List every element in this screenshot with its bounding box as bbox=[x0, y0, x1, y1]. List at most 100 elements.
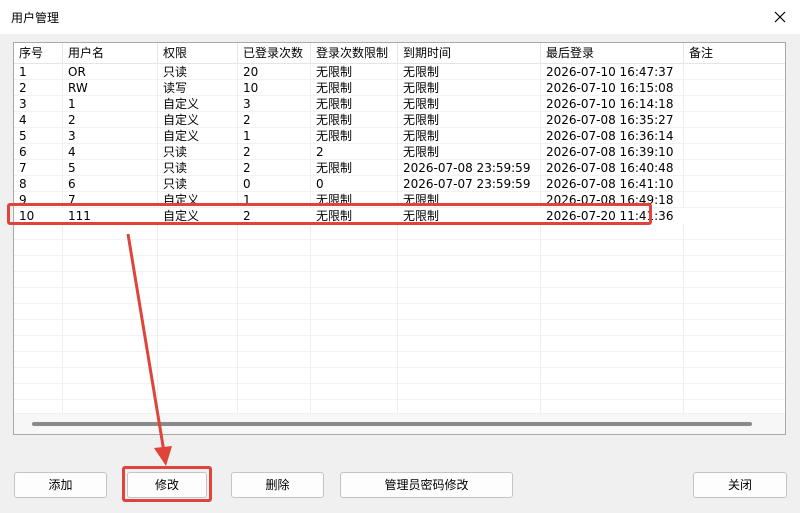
table-cell: 自定义 bbox=[163, 129, 200, 143]
grid-line bbox=[14, 287, 785, 288]
table-cell: 无限制 bbox=[316, 113, 353, 127]
column-header[interactable]: 权限 bbox=[158, 43, 238, 63]
table-cell: 只读 bbox=[163, 177, 188, 191]
table-cell bbox=[684, 208, 785, 224]
table-cell: 无限制 bbox=[316, 161, 353, 175]
table-cell: 4 bbox=[68, 145, 76, 159]
table-row[interactable]: 7 5 只读 2 无限制 2026-07-08 23:59:59 2026-07-08 16… bbox=[14, 160, 785, 176]
table-cell: 无限制 bbox=[316, 97, 353, 111]
table-cell: 自定义 bbox=[163, 97, 200, 111]
column-header[interactable]: 用户名 bbox=[63, 43, 158, 63]
table-cell: 无限制 bbox=[403, 81, 440, 95]
table-cell: 10 bbox=[243, 81, 259, 95]
table-cell: 1 bbox=[19, 65, 27, 79]
column-header[interactable]: 到期时间 bbox=[398, 43, 541, 63]
table-row[interactable]: 3 1 自定义 3 无限制 无限制 2026-07-10 16:14:18 bbox=[14, 96, 785, 112]
table-cell bbox=[684, 64, 785, 80]
table-cell bbox=[684, 192, 785, 208]
scrollbar-thumb[interactable] bbox=[32, 422, 752, 426]
table-cell: 只读 bbox=[163, 65, 188, 79]
table-row[interactable]: 6 4 只读 2 2 无限制 2026-07-08 16:39:10 bbox=[14, 144, 785, 160]
table-cell: 1 bbox=[243, 129, 251, 143]
table-cell bbox=[684, 128, 785, 144]
list-header: 序号 用户名 权限 已登录次数 登录次数限制 到期时间 最后登录 备注 bbox=[14, 43, 785, 64]
table-cell: 3 bbox=[243, 97, 251, 111]
column-header[interactable]: 最后登录 bbox=[541, 43, 684, 63]
table-cell: 3 bbox=[19, 97, 27, 111]
user-list[interactable]: 序号 用户名 权限 已登录次数 登录次数限制 到期时间 最后登录 备注 1 OR 只读 20 无限制无… bbox=[13, 42, 786, 435]
table-cell bbox=[684, 112, 785, 128]
table-cell: 2026-07-10 16:14:18 bbox=[546, 97, 674, 111]
table-cell: 2026-07-10 16:47:37 bbox=[546, 65, 674, 79]
table-cell bbox=[684, 176, 785, 192]
horizontal-scrollbar[interactable] bbox=[14, 413, 785, 434]
table-cell: 无限制 bbox=[403, 97, 440, 111]
table-cell: 6 bbox=[68, 177, 76, 191]
table-cell: 1 bbox=[68, 97, 76, 111]
table-cell: 0 bbox=[243, 177, 251, 191]
window-title: 用户管理 bbox=[11, 11, 60, 25]
table-row[interactable]: 8 6 只读 0 0 2026-07-07 23:59:59 2026-07-08 16:4… bbox=[14, 176, 785, 192]
grid-line bbox=[14, 239, 785, 240]
table-cell bbox=[684, 96, 785, 112]
grid-line bbox=[14, 383, 785, 384]
row-highlight-annotation bbox=[7, 203, 652, 225]
table-cell: 5 bbox=[68, 161, 76, 175]
table-cell: 无限制 bbox=[316, 81, 353, 95]
table-cell: 2026-07-10 16:15:08 bbox=[546, 81, 674, 95]
table-cell: 2026-07-08 16:39:10 bbox=[546, 145, 674, 159]
table-cell: 2026-07-08 16:35:27 bbox=[546, 113, 674, 127]
table-cell: 只读 bbox=[163, 145, 188, 159]
table-cell: 2026-07-08 16:40:48 bbox=[546, 161, 674, 175]
grid-line bbox=[14, 303, 785, 304]
table-cell bbox=[684, 80, 785, 96]
table-cell: 5 bbox=[19, 129, 27, 143]
close-window-button[interactable] bbox=[760, 0, 800, 34]
table-cell: 无限制 bbox=[403, 65, 440, 79]
table-row[interactable]: 2 RW 读写 10 无限制 无限制 2026-07-10 16:15:08 bbox=[14, 80, 785, 96]
column-header[interactable]: 已登录次数 bbox=[238, 43, 311, 63]
table-row[interactable]: 1 OR 只读 20 无限制 无限制 2026-07-10 16:47:37 bbox=[14, 64, 785, 80]
table-cell: 无限制 bbox=[316, 129, 353, 143]
table-cell: 4 bbox=[19, 113, 27, 127]
table-cell: 2 bbox=[243, 113, 251, 127]
title-bar: 用户管理 bbox=[0, 0, 800, 34]
add-button[interactable]: 添加 bbox=[14, 472, 107, 498]
grid-line bbox=[14, 271, 785, 272]
grid-line bbox=[14, 335, 785, 336]
grid-line bbox=[14, 255, 785, 256]
table-row[interactable]: 5 3 自定义 1 无限制 无限制 2026-07-08 16:36:14 bbox=[14, 128, 785, 144]
column-header[interactable]: 登录次数限制 bbox=[311, 43, 398, 63]
table-cell: 2 bbox=[243, 145, 251, 159]
table-cell bbox=[684, 144, 785, 160]
grid-line bbox=[14, 399, 785, 400]
table-cell: OR bbox=[68, 65, 86, 79]
table-cell: 只读 bbox=[163, 161, 188, 175]
table-row[interactable]: 4 2 自定义 2 无限制 无限制 2026-07-08 16:35:27 bbox=[14, 112, 785, 128]
table-cell: 无限制 bbox=[403, 145, 440, 159]
close-icon bbox=[774, 11, 786, 23]
close-button[interactable]: 关闭 bbox=[693, 472, 787, 498]
table-cell: 无限制 bbox=[316, 65, 353, 79]
table-cell: 2026-07-07 23:59:59 bbox=[403, 177, 531, 191]
table-cell: 8 bbox=[19, 177, 27, 191]
table-cell: 2 bbox=[243, 161, 251, 175]
grid-line bbox=[14, 351, 785, 352]
column-header[interactable]: 备注 bbox=[684, 43, 785, 63]
table-cell: 0 bbox=[316, 177, 324, 191]
admin-password-button[interactable]: 管理员密码修改 bbox=[340, 472, 513, 498]
table-cell: 2 bbox=[316, 145, 324, 159]
table-cell: 2 bbox=[68, 113, 76, 127]
table-cell: 自定义 bbox=[163, 113, 200, 127]
table-cell: 3 bbox=[68, 129, 76, 143]
table-cell: 20 bbox=[243, 65, 259, 79]
table-cell bbox=[684, 160, 785, 176]
grid-line bbox=[14, 319, 785, 320]
table-cell: 7 bbox=[19, 161, 27, 175]
delete-button[interactable]: 删除 bbox=[231, 472, 324, 498]
grid-line bbox=[14, 367, 785, 368]
table-cell: 无限制 bbox=[403, 113, 440, 127]
table-cell: RW bbox=[68, 81, 88, 95]
table-cell: 2026-07-08 23:59:59 bbox=[403, 161, 531, 175]
column-header[interactable]: 序号 bbox=[14, 43, 63, 63]
